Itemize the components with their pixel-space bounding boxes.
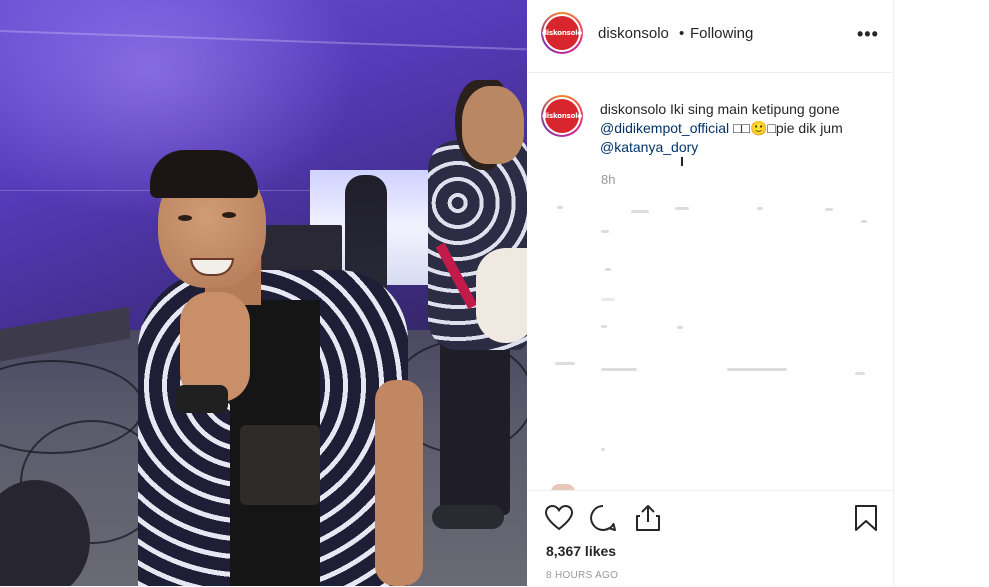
avatar[interactable]: diskonsolo: [541, 12, 583, 54]
brand-logo: diskonsolo: [542, 16, 582, 50]
guitarist-head: [462, 86, 524, 164]
post-side-panel: diskonsolo diskonsolo • Following ••• di…: [527, 0, 894, 587]
post-timestamp: 8 HOURS AGO: [546, 570, 619, 581]
post-actions: 8,367 likes 8 HOURS AGO: [527, 490, 893, 587]
mention-link[interactable]: @didikempot_official: [600, 120, 729, 136]
man-arm: [375, 380, 423, 586]
man-eye: [222, 212, 236, 218]
heart-icon[interactable]: [544, 503, 574, 533]
more-options-icon[interactable]: •••: [857, 24, 879, 45]
post-caption: diskonsolo Iki sing main ketipung gone @…: [600, 100, 870, 157]
man-watch: [176, 385, 228, 413]
text-cursor: [681, 157, 683, 166]
like-count[interactable]: 8,367 likes: [546, 543, 616, 559]
post-photo[interactable]: [0, 0, 527, 586]
guitar: [476, 248, 527, 343]
follow-status-button[interactable]: Following: [690, 25, 753, 42]
caption-text: □□🙂□pie dik jum: [733, 120, 843, 136]
separator-dot: •: [679, 25, 685, 42]
caption-text: Iki sing main ketipung gone: [670, 101, 840, 117]
username-link[interactable]: diskonsolo: [598, 25, 669, 42]
caption-username-link[interactable]: diskonsolo: [600, 101, 666, 117]
bookmark-icon[interactable]: [851, 503, 881, 533]
post-header: diskonsolo diskonsolo • Following •••: [527, 0, 893, 73]
man-eye: [178, 215, 192, 221]
guitarist-shoe: [432, 505, 504, 529]
guitarist-legs: [440, 330, 510, 515]
man-bag: [240, 425, 320, 505]
comment-icon[interactable]: [588, 503, 618, 533]
mention-link[interactable]: @katanya_dory: [600, 139, 698, 155]
caption-avatar[interactable]: diskonsolo: [541, 95, 583, 137]
caption-timestamp: 8h: [601, 172, 616, 187]
brand-logo: diskonsolo: [542, 99, 582, 133]
share-icon[interactable]: [633, 503, 663, 533]
